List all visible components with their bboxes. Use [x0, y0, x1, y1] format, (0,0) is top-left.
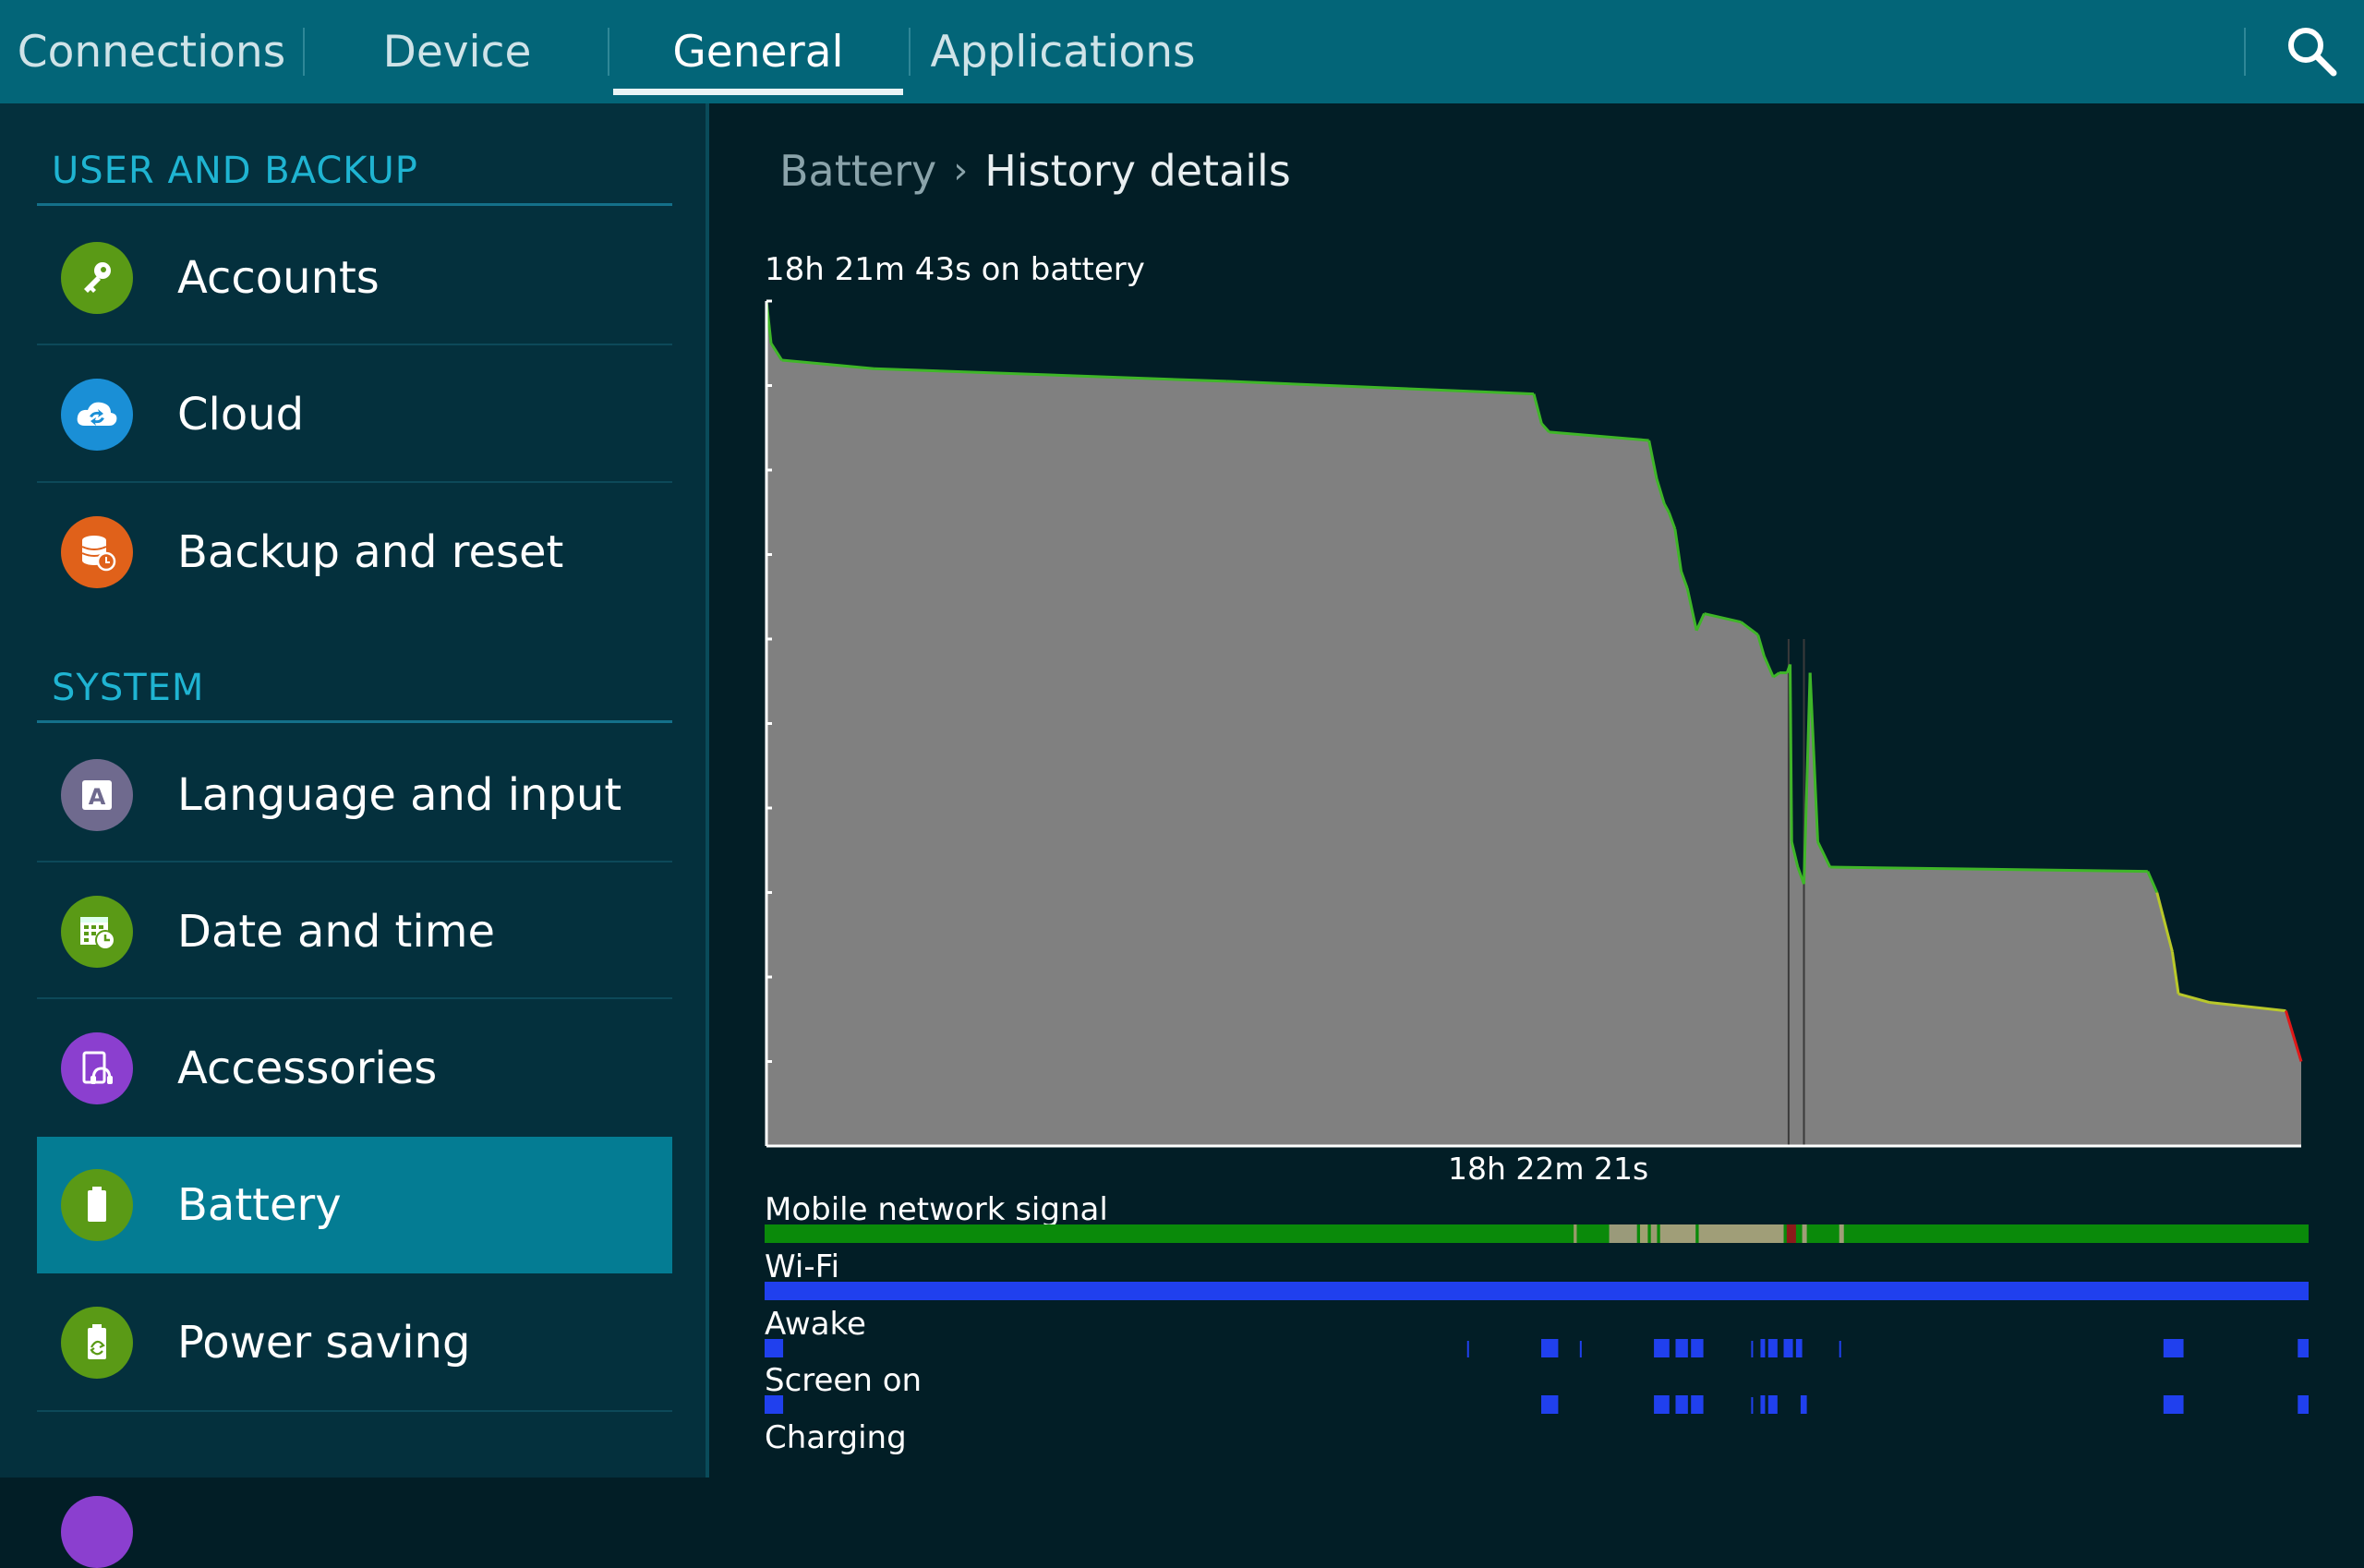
track-segment [1574, 1224, 1577, 1243]
track-event-block [765, 1395, 784, 1414]
section-divider [37, 203, 672, 206]
track-segment [1786, 1224, 1796, 1243]
track-mobile-signal [765, 1224, 2309, 1243]
sidebar-item-label: Accounts [177, 252, 380, 304]
track-segment [1609, 1224, 1637, 1243]
sidebar-item-label: Language and input [177, 769, 622, 821]
track-event-block [1751, 1397, 1754, 1414]
track-band [765, 1224, 2309, 1243]
sidebar-item-label: Date and time [177, 906, 495, 958]
track-segment [1640, 1224, 1648, 1243]
track-event-block [2163, 1395, 2184, 1414]
sidebar-item-label: Accessories [177, 1043, 438, 1094]
track-event-block [1767, 1339, 1778, 1357]
chart-x-label: 18h 22m 21s [1448, 1151, 1649, 1187]
section-header-user-backup: USER AND BACKUP [52, 150, 418, 192]
track-segment [1659, 1224, 1696, 1243]
track-segment [1839, 1224, 1844, 1243]
section-divider [37, 720, 672, 723]
track-event-block [1783, 1339, 1793, 1357]
chart-title: 18h 21m 43s on battery [765, 251, 1145, 288]
track-event-block [1675, 1339, 1688, 1357]
track-event-block [1760, 1395, 1766, 1414]
track-event-block [1579, 1341, 1582, 1357]
battery-history-chart [765, 299, 2303, 1148]
sidebar-item-label: Cloud [177, 389, 305, 440]
sidebar-item-language-and-input[interactable]: A Language and input [37, 727, 672, 863]
track-event-block [1760, 1339, 1766, 1357]
cloud-sync-icon [61, 379, 133, 451]
item-divider [37, 481, 672, 483]
track-event-block [1654, 1339, 1670, 1357]
track-wifi [765, 1282, 2309, 1300]
power-saving-icon [61, 1307, 133, 1379]
track-event-block [1691, 1339, 1704, 1357]
track-band [765, 1282, 2309, 1300]
accessories-icon [61, 1032, 133, 1104]
storage-icon [61, 1496, 133, 1568]
track-event-block [1691, 1395, 1704, 1414]
search-button[interactable] [2283, 22, 2342, 81]
sidebar-item-power-saving[interactable]: Power saving [37, 1274, 672, 1411]
page-title: History details [984, 146, 1291, 196]
calendar-clock-icon [61, 896, 133, 968]
svg-text:A: A [89, 784, 106, 810]
active-tab-indicator [613, 89, 903, 95]
sidebar-item-battery[interactable]: Battery [37, 1137, 672, 1273]
sidebar: USER AND BACKUP Accounts Cloud Backup an… [0, 103, 706, 1568]
key-icon [61, 242, 133, 314]
chevron-right-icon: › [953, 150, 969, 192]
track-event-block [2298, 1339, 2309, 1357]
track-segment [1802, 1224, 1807, 1243]
sidebar-item-label: Power saving [177, 1317, 471, 1369]
track-event-block [1654, 1395, 1670, 1414]
language-icon: A [61, 759, 133, 831]
sidebar-item-cloud[interactable]: Cloud [37, 346, 672, 483]
top-tab-bar: Connections Device General Applications [0, 0, 2364, 103]
track-segment [1650, 1224, 1658, 1243]
tab-connections[interactable]: Connections [0, 0, 303, 103]
track-event-block [1541, 1395, 1559, 1414]
item-divider [37, 997, 672, 999]
track-event-block [1839, 1341, 1841, 1357]
track-event-block [1795, 1339, 1803, 1357]
track-event-block [1800, 1395, 1807, 1414]
battery-level-area [766, 301, 2301, 1146]
sidebar-item-partial[interactable] [37, 1413, 672, 1568]
search-icon [2288, 28, 2337, 77]
backup-icon [61, 516, 133, 588]
item-divider [37, 344, 672, 345]
track-event-block [765, 1339, 784, 1357]
sidebar-item-backup-and-reset[interactable]: Backup and reset [37, 484, 672, 621]
tab-applications[interactable]: Applications [911, 0, 1215, 103]
sidebar-item-accounts[interactable]: Accounts [37, 210, 672, 346]
track-event-block [2163, 1339, 2184, 1357]
battery-level-line-segment [1789, 664, 1793, 842]
track-event-block [1541, 1339, 1559, 1357]
sidebar-item-label: Backup and reset [177, 526, 564, 578]
track-event-block [1751, 1341, 1754, 1357]
tab-separator [2244, 28, 2246, 76]
track-segment [1698, 1224, 1784, 1243]
battery-icon [61, 1169, 133, 1241]
tab-device[interactable]: Device [305, 0, 609, 103]
track-event-block [2298, 1395, 2309, 1414]
track-charging [765, 1451, 2309, 1473]
track-event-block [1466, 1341, 1469, 1357]
sidebar-divider [706, 103, 709, 1478]
breadcrumb: Battery › History details [779, 146, 1291, 196]
track-screen-on [765, 1395, 2309, 1414]
track-event-block [1675, 1395, 1688, 1414]
track-awake [765, 1339, 2309, 1357]
section-header-system: SYSTEM [52, 667, 205, 709]
track-event-block [1767, 1395, 1778, 1414]
sidebar-item-date-and-time[interactable]: Date and time [37, 863, 672, 1000]
sidebar-item-label: Battery [177, 1179, 342, 1231]
breadcrumb-parent[interactable]: Battery [779, 146, 936, 196]
item-divider [37, 1410, 672, 1412]
sidebar-item-accessories[interactable]: Accessories [37, 1000, 672, 1137]
item-divider [37, 861, 672, 862]
